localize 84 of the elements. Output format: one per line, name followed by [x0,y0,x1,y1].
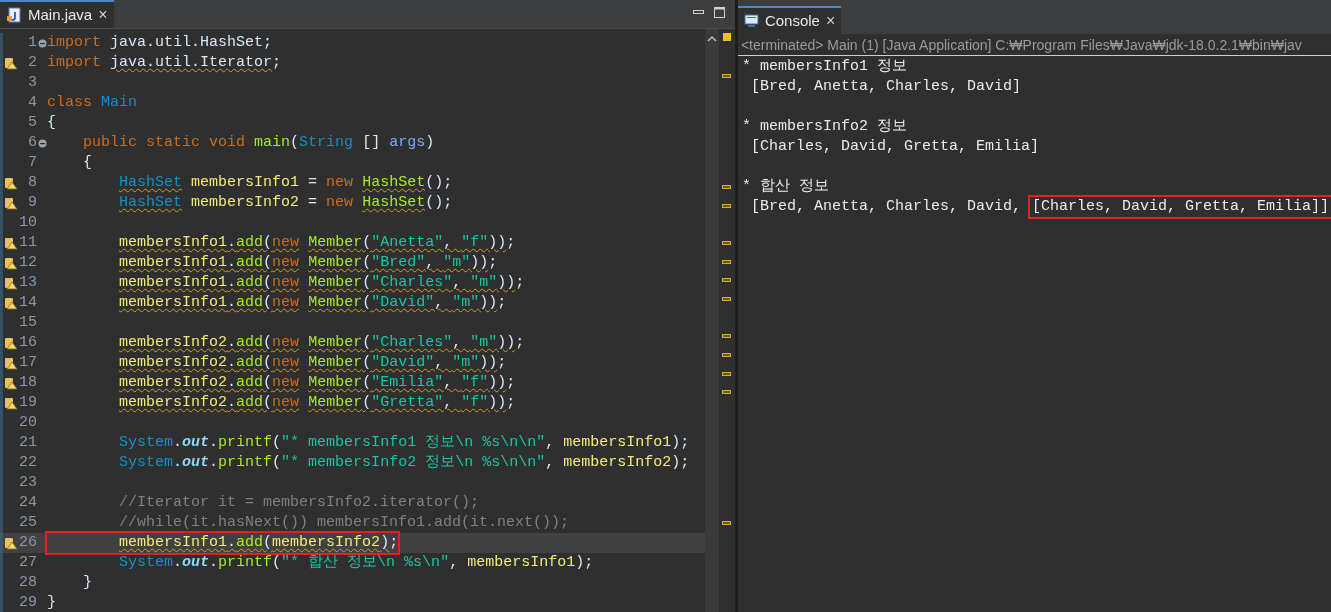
line-number: 27 [19,552,37,573]
code-line: membersInfo1.add(membersInfo2); [47,533,399,553]
line-number: 6 [27,132,37,153]
maximize-icon[interactable] [713,7,725,18]
line-number: 21 [19,432,37,453]
line-number: 10 [19,212,37,233]
code-line: public static void main(String [] args) [82,133,435,153]
line-number: 1 [27,32,37,53]
line-number: 16 [19,332,37,353]
code-line: membersInfo2.add(new Member("Gretta", "f")); [118,393,516,413]
line-number: 3 [27,72,37,93]
warning-marker[interactable] [721,278,731,283]
line-number: 19 [19,392,37,413]
scroll-up-icon[interactable] [706,35,717,42]
console-icon [743,14,759,28]
line-number: 4 [27,92,37,113]
java-file-icon [6,7,22,23]
code-line: import java.util.Iterator; [47,53,282,73]
warning-marker[interactable] [721,352,731,357]
console-status: <terminated> Main (1) [Java Application] C:₩Program Files₩Java₩jdk-18.0.2.1₩bin₩jav [737,34,1331,56]
line-number: 13 [19,272,37,293]
line-number: 24 [19,492,37,513]
code-line: { [82,153,93,173]
code-line: { [47,113,56,133]
line-number: 9 [27,192,37,213]
console-tab[interactable]: Console × [737,6,842,34]
code-line: membersInfo1.add(new Member("Bred", "m")); [118,253,498,273]
line-number: 18 [19,372,37,393]
code-line: membersInfo1.add(new Member("Anetta", "f")); [118,233,516,253]
code-line: membersInfo2.add(new Member("Charles", "m")); [118,333,525,353]
code-line: System.out.printf("* membersInfo1 정보\n %s\n\n", membersInfo1); [118,433,690,453]
close-icon[interactable]: × [98,3,108,27]
code-line: membersInfo2.add(new Member("David", "m")); [118,353,507,373]
line-number: 5 [27,112,37,133]
warning-marker[interactable] [721,203,731,208]
editor-tab[interactable]: Main.java × [0,0,114,28]
line-number: 26 [19,532,37,553]
console-output: [Bred, Anetta, Charles, David, [749,197,1022,217]
code-line: membersInfo1.add(new Member("David", "m")); [118,293,507,313]
line-number: 25 [19,512,37,533]
line-number: 20 [19,412,37,433]
fold-toggle-icon[interactable] [37,38,47,48]
code-line: membersInfo2.add(new Member("Emilia", "f")); [118,373,516,393]
warning-marker[interactable] [721,334,731,339]
line-number: 11 [19,232,37,253]
warning-marker[interactable] [721,371,731,376]
console-output: [Charles, David, Gretta, Emilia]] [1029,197,1331,217]
warning-marker[interactable] [721,297,731,302]
line-number: 12 [19,252,37,273]
warning-marker[interactable] [721,185,731,190]
warning-marker[interactable] [721,390,731,395]
code-line: //Iterator it = membersInfo2.iterator(); [118,493,480,513]
warning-marker[interactable] [721,520,731,525]
code-line: membersInfo1.add(new Member("Charles", "m")); [118,273,525,293]
warning-marker[interactable] [721,241,731,246]
line-number: 8 [27,172,37,193]
console-output: [Charles, David, Gretta, Emilia] [749,137,1039,157]
console-output: [Bred, Anetta, Charles, David] [749,77,1021,97]
code-line: HashSet membersInfo2 = new HashSet(); [118,193,453,213]
close-icon[interactable]: × [825,9,836,33]
fold-toggle-icon[interactable] [37,138,47,148]
code-line: class Main [47,93,138,113]
code-line: } [82,573,93,593]
warning-marker[interactable] [721,73,731,78]
line-number: 7 [27,152,37,173]
warning-marker[interactable] [721,259,731,264]
code-line: System.out.printf("* 합산 정보\n %s\n", membersInfo1); [118,553,594,573]
line-number: 22 [19,452,37,473]
code-line: HashSet membersInfo1 = new HashSet(); [118,173,453,193]
console-output: * membersInfo2 정보 [741,117,907,137]
line-number: 28 [19,572,37,593]
line-number: 2 [27,52,37,73]
code-line: System.out.printf("* membersInfo2 정보\n %s\n\n", membersInfo2); [118,453,690,473]
overview-marker[interactable] [722,33,731,41]
line-number: 14 [19,292,37,313]
code-line: } [47,593,56,612]
code-line: //while(it.hasNext()) membersInfo1.add(it.next()); [118,513,570,533]
line-number: 17 [19,352,37,373]
line-number: 15 [19,312,37,333]
line-number: 23 [19,472,37,493]
code-line: import java.util.HashSet; [47,33,273,53]
console-output: * membersInfo1 정보 [741,57,907,77]
console-output: * 합산 정보 [741,177,829,197]
line-number: 29 [19,592,37,612]
